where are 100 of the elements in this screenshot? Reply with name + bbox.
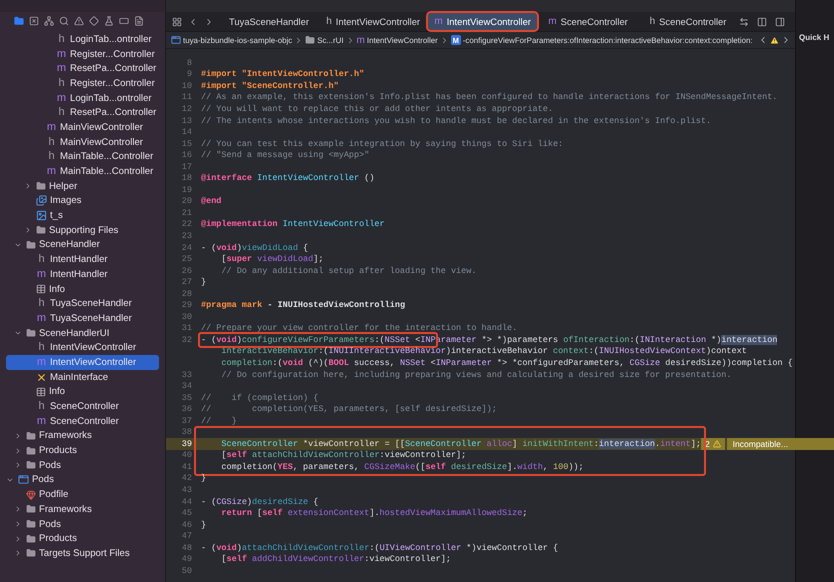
file-item[interactable]: m SceneController xyxy=(6,414,159,429)
line-number: 21 xyxy=(180,208,193,218)
file-item[interactable]: m LoginTab...ontroller xyxy=(6,90,159,106)
file-item[interactable]: m IntentViewController xyxy=(6,355,159,370)
file-item[interactable]: h LoginTab...ontroller xyxy=(6,32,159,47)
folder-item[interactable]: Pods xyxy=(6,472,159,488)
line-number: 43 xyxy=(180,485,193,495)
folder-item[interactable]: SceneHandler xyxy=(6,238,159,252)
folder-item[interactable]: Supporting Files xyxy=(6,222,159,238)
file-item[interactable]: m MainViewController xyxy=(6,120,159,135)
code-line: @end xyxy=(201,196,222,206)
chevron-right-icon[interactable] xyxy=(14,432,22,440)
file-item[interactable]: Podfile xyxy=(6,487,159,502)
code-line: // if (completion) { xyxy=(201,392,318,403)
flask-icon[interactable] xyxy=(104,16,114,26)
file-item[interactable]: Images xyxy=(6,194,159,208)
file-item[interactable]: Info xyxy=(6,282,159,296)
image-stack-icon xyxy=(36,195,47,206)
line-number: 17 xyxy=(180,162,193,172)
document-icon[interactable] xyxy=(134,16,144,26)
file-item[interactable]: h TuyaSceneHandler xyxy=(6,296,159,312)
file-type-icon: h xyxy=(56,34,67,45)
folder-item[interactable]: SceneHandlerUI xyxy=(6,326,159,340)
editor-tab[interactable]: m IntentViewController xyxy=(428,13,537,30)
editor-tab[interactable]: TuyaSceneHandler xyxy=(220,13,318,30)
file-type-icon: m xyxy=(56,48,67,60)
folder-icon xyxy=(305,35,316,45)
file-item[interactable]: m IntentHandler xyxy=(6,267,159,282)
hierarchy-icon[interactable] xyxy=(44,16,54,26)
line-number: 46 xyxy=(180,520,193,530)
file-item[interactable]: m ResetPa...Controller xyxy=(6,61,159,76)
line-number: 32 xyxy=(180,334,193,345)
issue-message[interactable]: Incompatible... xyxy=(726,438,834,450)
file-item[interactable]: m Register...Controller xyxy=(6,46,159,62)
swap-icon[interactable] xyxy=(739,16,749,26)
chevron-right-icon[interactable] xyxy=(24,182,32,190)
file-type-icon: m xyxy=(46,166,57,178)
line-number: 36 xyxy=(180,404,193,414)
line-number: 26 xyxy=(180,266,193,276)
x-square-icon[interactable] xyxy=(29,16,39,26)
line-number: 23 xyxy=(180,230,193,241)
chevron-right-icon[interactable] xyxy=(14,534,22,543)
file-type-icon: m xyxy=(36,312,47,324)
file-item[interactable]: MainInterface xyxy=(6,370,159,384)
grid-icon[interactable] xyxy=(172,16,182,26)
file-item[interactable]: h MainTable...Controller xyxy=(6,150,159,164)
file-item[interactable]: h MainViewController xyxy=(6,134,159,150)
search-icon[interactable] xyxy=(59,16,69,26)
editor-tab[interactable]: h SceneController xyxy=(639,13,737,30)
tag-icon[interactable] xyxy=(119,16,129,26)
folder-item[interactable]: Frameworks xyxy=(6,428,159,444)
file-type-icon: m xyxy=(434,16,443,27)
editor-tab[interactable]: m SceneController xyxy=(539,13,637,30)
line-number: 37 xyxy=(180,416,193,426)
file-item[interactable]: m TuyaSceneHandler xyxy=(6,311,159,326)
image-icon xyxy=(36,210,47,222)
folder-item[interactable]: Targets Support Files xyxy=(6,546,159,561)
file-item[interactable]: Info xyxy=(6,384,159,400)
warning-icon[interactable] xyxy=(770,36,779,44)
chevron-right-icon[interactable] xyxy=(14,446,22,455)
code-line: SceneController *viewController = [[SceneController alloc] initWithIntent:interaction.intent]; xyxy=(220,438,701,449)
gem-icon xyxy=(26,490,36,500)
file-item[interactable]: t_s xyxy=(6,208,159,223)
code-line: // You can test this example integration by saying things to Siri like: xyxy=(201,138,564,149)
code-line: - (CGSize)desiredSize { xyxy=(201,496,318,507)
chevron-right-icon[interactable] xyxy=(14,505,22,514)
line-number: 20 xyxy=(180,196,193,206)
line-number: 48 xyxy=(180,542,193,553)
app-icon xyxy=(18,474,29,486)
chevron-right-icon[interactable] xyxy=(14,520,22,528)
folder-item[interactable]: Products xyxy=(6,531,159,546)
line-number: 42 xyxy=(180,473,193,484)
line-number: 31 xyxy=(180,323,193,334)
file-item[interactable]: h ResetPa...Controller xyxy=(6,105,159,120)
folder-item[interactable]: Pods xyxy=(6,516,159,532)
file-item[interactable]: h IntentHandler xyxy=(6,252,159,267)
folder-icon[interactable] xyxy=(14,16,24,26)
chevron-right-icon[interactable] xyxy=(14,549,22,558)
file-item[interactable]: h SceneController xyxy=(6,399,159,414)
panel-icon[interactable] xyxy=(775,16,785,26)
code-line: interactiveBehavior:(INUIInteractiveBehavior)interactiveBehavior context:(INUIHostedViewContext)context xyxy=(220,346,747,356)
line-number: 35 xyxy=(180,392,193,403)
line-number: 9 xyxy=(186,69,193,80)
file-type-icon: m xyxy=(56,92,67,104)
folder-item[interactable]: Products xyxy=(6,443,159,458)
file-type-icon: m xyxy=(36,416,47,427)
line-number: 25 xyxy=(180,254,193,264)
file-item[interactable]: h IntentViewController xyxy=(6,340,159,356)
chevron-right-icon[interactable] xyxy=(24,226,32,234)
folder-item[interactable]: Helper xyxy=(6,178,159,194)
folder-item[interactable]: Pods xyxy=(6,458,159,473)
editor-tab[interactable]: h IntentViewController xyxy=(320,13,426,30)
code-line: // "Send a message using <myApp>" xyxy=(201,150,370,160)
file-item[interactable]: m MainTable...Controller xyxy=(6,164,159,179)
folder-item[interactable]: Frameworks xyxy=(6,502,159,517)
chevron-right-icon[interactable] xyxy=(14,461,22,470)
diamond-icon[interactable] xyxy=(89,16,99,26)
columns-icon[interactable] xyxy=(757,16,767,26)
file-item[interactable]: h Register...Controller xyxy=(6,76,159,91)
warning-icon[interactable] xyxy=(74,16,84,26)
